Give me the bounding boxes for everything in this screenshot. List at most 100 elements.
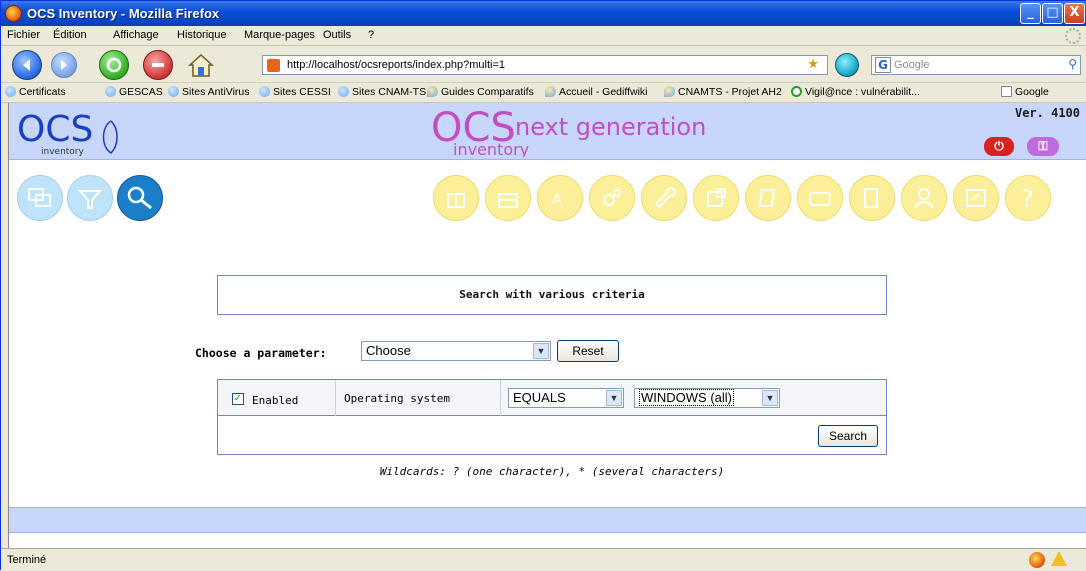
documents-button[interactable] [745, 175, 791, 221]
configuration-button[interactable] [589, 175, 635, 221]
bookmark-vigilance[interactable]: Vigil@nce : vulnérabilit... [791, 86, 920, 98]
bookmark-accueil-gediffwiki[interactable]: Accueil - Gediffwiki [545, 86, 648, 98]
version-label: Ver. 4100 [1014, 106, 1080, 120]
bookmark-google[interactable]: Google [1001, 86, 1049, 98]
back-arrow-icon [23, 59, 30, 71]
search-panel-title: Search with various criteria [217, 275, 887, 315]
bookmark-label: Certificats [19, 86, 66, 98]
password-button[interactable]: ⚿ [1027, 137, 1059, 156]
labels-button[interactable] [849, 175, 895, 221]
url-bar[interactable]: http://localhost/ocsreports/index.php?mu… [262, 55, 828, 75]
menu-fichier[interactable]: Fichier [7, 29, 40, 41]
firefox-logo-icon [5, 5, 22, 22]
forward-arrow-icon [61, 60, 67, 70]
menu-marque-pages[interactable]: Marque-pages [244, 29, 315, 41]
gift-icon [447, 193, 465, 208]
throbber-icon [1065, 28, 1081, 44]
pin-icon [545, 86, 556, 97]
back-button[interactable] [12, 50, 42, 80]
wrench-icon [654, 187, 676, 209]
page-content: OCS inventory OCS next generation invent… [9, 103, 1086, 548]
parameter-select[interactable]: Choose ▼ [361, 341, 551, 361]
google-engine-icon[interactable]: G [875, 57, 891, 73]
folder-icon [105, 86, 116, 97]
forward-button[interactable] [51, 52, 77, 78]
web-search-field[interactable]: G Google ⚲ [871, 55, 1081, 75]
key-icon: ⚿ [1038, 139, 1048, 153]
document-icon [758, 189, 776, 207]
chevron-down-icon[interactable]: ▼ [606, 390, 622, 406]
url-text[interactable]: http://localhost/ocsreports/index.php?mu… [287, 59, 505, 71]
home-button[interactable] [186, 50, 216, 80]
window-left-frame [1, 103, 9, 548]
menu-affichage[interactable]: Affichage [113, 29, 159, 41]
enabled-label: Enabled [252, 394, 299, 407]
folder-icon [259, 86, 270, 97]
close-button[interactable]: X [1064, 3, 1085, 24]
stop-button[interactable] [143, 50, 173, 80]
chevron-down-icon[interactable]: ▼ [533, 343, 549, 359]
computers-button[interactable] [17, 175, 63, 221]
power-icon: ⏻ [994, 139, 1004, 153]
ocs-footer-band [9, 507, 1086, 533]
window-title: OCS Inventory - Mozilla Firefox [27, 6, 220, 21]
help-button[interactable]: ? [1005, 175, 1051, 221]
menu-outils[interactable]: Outils [323, 29, 351, 41]
tools-button[interactable] [641, 175, 687, 221]
reload-button[interactable] [99, 50, 129, 80]
search-magnifier-icon[interactable]: ⚲ [1068, 57, 1077, 71]
home-icon [188, 53, 214, 77]
bookmark-guides-comparatifs[interactable]: Guides Comparatifs [427, 86, 534, 98]
bookmark-star-icon[interactable]: ★ [807, 57, 819, 72]
bookmark-cnamts-projet[interactable]: CNAMTS - Projet AH2 [664, 86, 782, 98]
devices-button[interactable] [797, 175, 843, 221]
bookmark-sites-antivirus[interactable]: Sites AntiVirus [168, 86, 250, 98]
logout-button[interactable]: ⏻ [984, 137, 1014, 156]
parameter-select-value: Choose [366, 343, 411, 358]
eye-icon [791, 86, 802, 97]
menu-help[interactable]: ? [368, 29, 374, 41]
go-button[interactable] [835, 53, 859, 77]
firewall-button[interactable] [485, 175, 531, 221]
enabled-checkbox[interactable]: ✓ [232, 393, 244, 405]
search-icon [127, 186, 152, 210]
bookmark-sites-cnam-ts[interactable]: Sites CNAM-TS [338, 86, 426, 98]
folder-icon [168, 86, 179, 97]
menu-edition[interactable]: Édition [53, 29, 87, 41]
bookmark-label: Sites CNAM-TS [352, 86, 427, 98]
bookmark-label: Sites AntiVirus [182, 86, 250, 98]
warning-icon[interactable] [1051, 551, 1067, 566]
value-select[interactable]: WINDOWS (all) ▼ [634, 388, 780, 408]
favicon-icon [267, 59, 280, 72]
registry-button[interactable] [693, 175, 739, 221]
reset-button[interactable]: Reset [557, 340, 619, 362]
folder-icon [5, 86, 16, 97]
restore-button[interactable] [953, 175, 999, 221]
ocs-logo-left: OCS inventory [17, 109, 118, 157]
search-button[interactable] [117, 175, 163, 221]
minimize-button[interactable]: _ [1020, 3, 1041, 24]
maximize-button[interactable]: □ [1042, 3, 1063, 24]
filter-button[interactable] [67, 175, 113, 221]
pin-icon [664, 86, 675, 97]
operator-select-value: EQUALS [513, 390, 566, 405]
chevron-down-icon[interactable]: ▼ [762, 390, 778, 406]
ocs-logo-center: OCS next generation inventory [431, 105, 706, 157]
logo-left-sub: inventory [41, 147, 85, 157]
bookmark-sites-cessi[interactable]: Sites CESSI [259, 86, 331, 98]
search-submit-button[interactable]: Search [818, 425, 878, 447]
labels-icon [864, 188, 878, 208]
bookmark-label: GESCAS [119, 86, 163, 98]
bookmark-gescas[interactable]: GESCAS [105, 86, 163, 98]
menu-historique[interactable]: Historique [177, 29, 227, 41]
bookmark-certificats[interactable]: Certificats [5, 86, 66, 98]
menu-bar: Fichier Édition Affichage Historique Mar… [1, 26, 1086, 46]
software-button[interactable] [433, 175, 479, 221]
navigation-toolbar: http://localhost/ocsreports/index.php?mu… [1, 46, 1086, 83]
reload-icon [106, 57, 122, 73]
dictionary-button[interactable]: A [537, 175, 583, 221]
users-button[interactable] [901, 175, 947, 221]
value-select-value: WINDOWS (all) [639, 389, 734, 406]
criteria-field-label: Operating system [344, 392, 450, 405]
operator-select[interactable]: EQUALS ▼ [508, 388, 624, 408]
